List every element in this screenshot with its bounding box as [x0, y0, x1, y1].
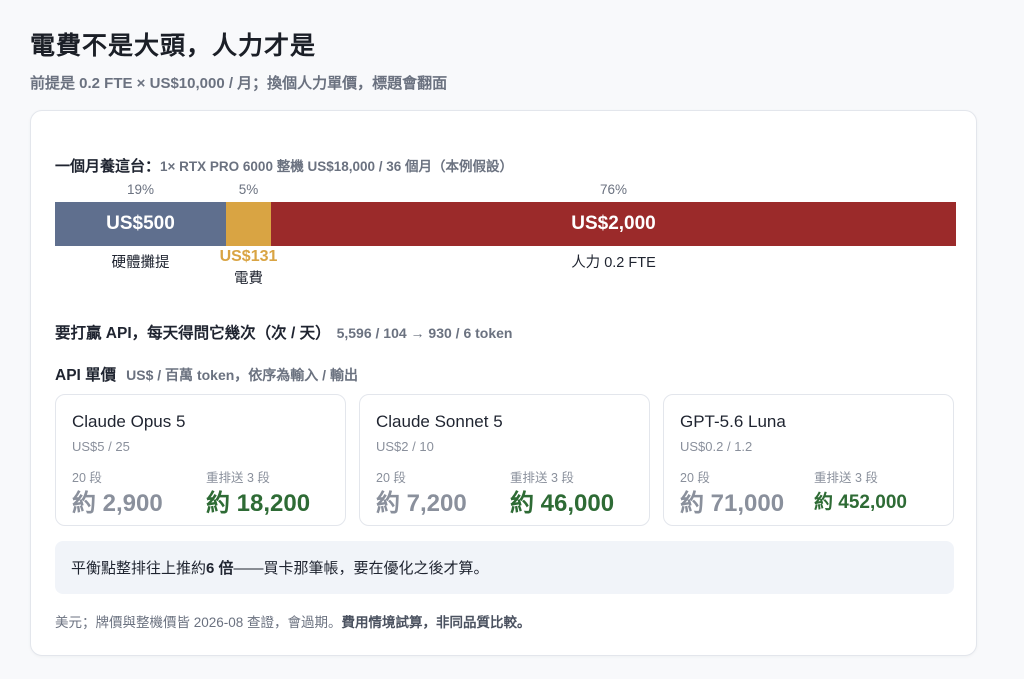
api-question-detail: 5,596 / 104 → 930 / 6 token — [336, 325, 513, 341]
labor-label: 人力 0.2 FTE — [571, 255, 656, 271]
hardware-segment: US$500 — [55, 202, 226, 246]
segments-20-value: 約 2,900 — [72, 490, 163, 517]
note-emphasis: 6 倍 — [206, 560, 234, 577]
labor-percent: 76% — [599, 182, 628, 197]
model-name: Claude Sonnet 5 — [376, 412, 503, 431]
api-question-label: 要打贏 API，每天得問它幾次（次 / 天） — [55, 325, 331, 342]
labor-value: US$2,000 — [571, 213, 656, 234]
hardware-percent: 19% — [126, 182, 155, 197]
model-price: US$2 / 10 — [376, 439, 434, 454]
model-card-sonnet: Claude Sonnet 5 US$2 / 10 20 段 約 7,200 重… — [359, 394, 650, 526]
footnote: 美元；牌價與整機價皆 2026-08 查證，會過期。費用情境試算，非同品質比較。 — [55, 611, 531, 631]
rerank-3-value: 約 46,000 — [510, 490, 615, 517]
labor-segment: US$2,000 — [271, 202, 956, 246]
pricing-detail: US$ / 百萬 token，依序為輸入 / 輸出 — [126, 367, 358, 383]
model-name: GPT-5.6 Luna — [680, 412, 786, 431]
hardware-value: US$500 — [106, 213, 175, 234]
model-card-luna: GPT-5.6 Luna US$0.2 / 1.2 20 段 約 71,000 … — [663, 394, 954, 526]
page-title: 電費不是大頭，人力才是 — [30, 32, 317, 60]
rerank-3-value: 約 18,200 — [206, 490, 311, 517]
cost-breakdown-bar: US$500 US$2,000 — [55, 202, 956, 246]
model-card-opus: Claude Opus 5 US$5 / 25 20 段 約 2,900 重排送… — [55, 394, 346, 526]
footnote-text: 美元；牌價與整機價皆 2026-08 查證，會過期。 — [55, 615, 342, 630]
break-even-note: 平衡點整排往上推約 6 倍 ——買卡那筆帳，要在優化之後才算。 — [55, 541, 954, 594]
rig-heading: 一個月養這台：1× RTX PRO 6000 整機 US$18,000 / 36… — [55, 155, 513, 176]
pricing-heading: API 單價 US$ / 百萬 token，依序為輸入 / 輸出 — [55, 363, 358, 385]
rerank-3-label: 重排送 3 段 — [814, 471, 878, 485]
segments-20-value: 約 7,200 — [376, 490, 467, 517]
rerank-3-value: 約 452,000 — [814, 492, 907, 513]
model-price: US$5 / 25 — [72, 439, 130, 454]
page-subtitle: 前提是 0.2 FTE × US$10,000 / 月；換個人力單價，標題會翻面 — [30, 75, 448, 92]
api-question: 要打贏 API，每天得問它幾次（次 / 天） 5,596 / 104 → 930 … — [55, 321, 512, 343]
rig-heading-detail: 1× RTX PRO 6000 整機 US$18,000 / 36 個月（本例假… — [160, 159, 514, 174]
note-suffix: ——買卡那筆帳，要在優化之後才算。 — [233, 560, 489, 577]
footnote-bold: 費用情境試算，非同品質比較。 — [341, 615, 531, 630]
model-name: Claude Opus 5 — [72, 412, 186, 431]
note-prefix: 平衡點整排往上推約 — [71, 560, 207, 577]
model-price: US$0.2 / 1.2 — [680, 439, 753, 454]
pricing-label: API 單價 — [55, 367, 117, 384]
segments-20-value: 約 71,000 — [680, 490, 785, 517]
electricity-percent: 5% — [238, 182, 259, 197]
electricity-segment — [226, 202, 271, 246]
cost-card: 一個月養這台：1× RTX PRO 6000 整機 US$18,000 / 36… — [30, 110, 977, 656]
rig-heading-label: 一個月養這台： — [55, 158, 161, 175]
